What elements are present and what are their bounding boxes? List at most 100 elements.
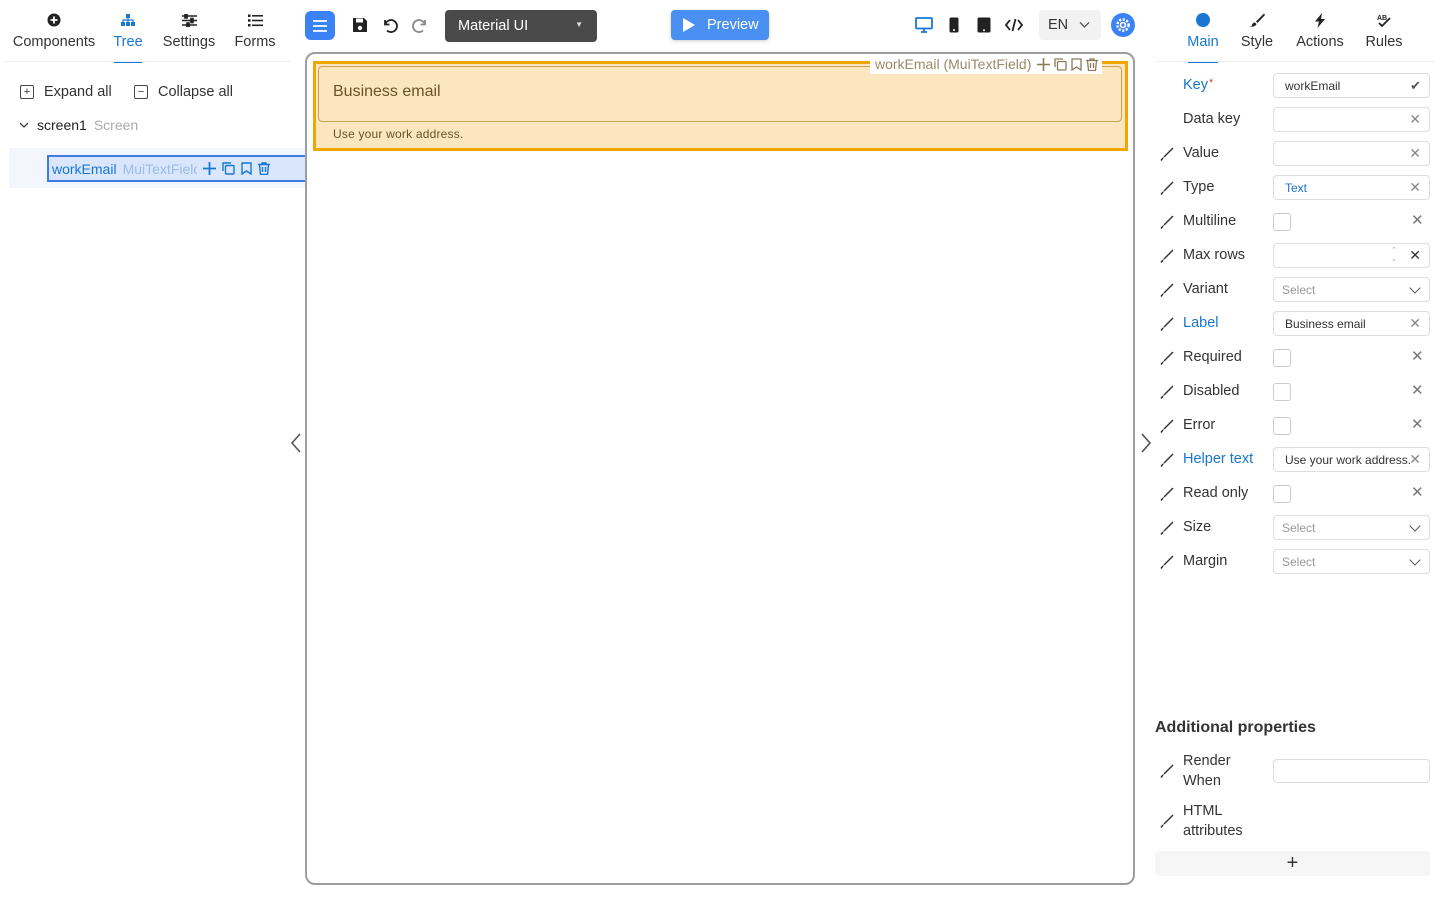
prop-helper-text: Helper text Use your work address. ✕: [1158, 447, 1432, 473]
library-select[interactable]: Material UI ▼: [445, 10, 597, 42]
prop-multiline-checkbox[interactable]: [1273, 213, 1291, 231]
pen-icon[interactable]: [1160, 351, 1174, 365]
pen-icon[interactable]: [1160, 419, 1174, 433]
desktop-view-button[interactable]: [913, 14, 935, 36]
collapse-left-panel-icon[interactable]: [290, 432, 302, 454]
collapse-right-panel-icon[interactable]: [1140, 432, 1152, 454]
add-property-button[interactable]: +: [1155, 851, 1430, 876]
prop-key: Key* workEmail ✔: [1158, 73, 1432, 99]
tab-actions[interactable]: Actions: [1295, 10, 1345, 62]
trash-icon[interactable]: [1086, 57, 1099, 71]
prop-value-label: Value: [1183, 145, 1220, 161]
prop-type-input[interactable]: Text ✕: [1273, 175, 1430, 200]
tab-divider: [4, 61, 290, 62]
pen-icon[interactable]: [1160, 283, 1174, 297]
pen-icon[interactable]: [1160, 555, 1174, 569]
prop-margin-label: Margin: [1183, 553, 1228, 569]
prop-required-checkbox[interactable]: [1273, 349, 1291, 367]
mobile-view-button[interactable]: [943, 14, 965, 36]
clear-icon[interactable]: ✕: [1409, 316, 1421, 330]
tab-tree[interactable]: Tree: [112, 10, 144, 62]
prop-variant-select[interactable]: Select: [1273, 277, 1430, 302]
chevron-down-icon: [1079, 22, 1090, 28]
pen-icon[interactable]: [1160, 764, 1174, 778]
tab-actions-label: Actions: [1296, 34, 1344, 50]
prop-data-key-input[interactable]: ✕: [1273, 107, 1430, 132]
clear-icon[interactable]: ✕: [1409, 112, 1421, 126]
prop-disabled-checkbox[interactable]: [1273, 383, 1291, 401]
copy-icon[interactable]: [221, 162, 235, 175]
language-select[interactable]: EN: [1039, 10, 1101, 40]
prop-label-input[interactable]: Business email ✕: [1273, 311, 1430, 336]
clear-icon[interactable]: ✕: [1409, 180, 1421, 194]
tab-main[interactable]: Main: [1185, 10, 1221, 62]
tab-rules[interactable]: AB Rules: [1364, 10, 1404, 62]
clear-icon[interactable]: ✕: [1411, 211, 1424, 229]
clear-icon[interactable]: ✕: [1409, 452, 1421, 466]
pen-icon[interactable]: [1160, 249, 1174, 263]
prop-data-key: Data key ✕: [1158, 107, 1432, 133]
tab-forms[interactable]: Forms: [232, 10, 278, 62]
tab-components[interactable]: Components: [12, 10, 96, 62]
tab-divider: [1155, 61, 1435, 62]
expand-all-button[interactable]: + Expand all: [20, 84, 112, 100]
prop-margin-select[interactable]: Select: [1273, 549, 1430, 574]
stepper-icon[interactable]: ⌃ ⌄: [1391, 246, 1397, 264]
undo-icon: [384, 19, 398, 33]
copy-icon[interactable]: [1054, 57, 1068, 71]
expand-all-label: Expand all: [44, 84, 112, 100]
pen-icon[interactable]: [1160, 215, 1174, 229]
collapse-all-label: Collapse all: [158, 84, 233, 100]
save-button[interactable]: [349, 14, 371, 36]
prop-margin: Margin Select: [1158, 549, 1432, 575]
bookmark-icon[interactable]: [240, 162, 252, 175]
pen-icon[interactable]: [1160, 521, 1174, 535]
trash-icon[interactable]: [257, 162, 270, 175]
prop-helper-text-input[interactable]: Use your work address. ✕: [1273, 447, 1430, 472]
hamburger-icon: [313, 19, 327, 32]
tab-settings[interactable]: Settings: [162, 10, 216, 62]
prop-key-input[interactable]: workEmail ✔: [1273, 73, 1430, 98]
tree-node-workemail[interactable]: workEmail MuiTextField: [47, 155, 313, 182]
undo-button[interactable]: [379, 14, 401, 36]
bookmark-icon[interactable]: [1071, 57, 1083, 71]
settings-gear-button[interactable]: [1111, 13, 1135, 37]
pen-icon[interactable]: [1160, 814, 1174, 828]
add-icon[interactable]: [202, 162, 216, 175]
prop-error-checkbox[interactable]: [1273, 417, 1291, 435]
add-icon[interactable]: [1037, 57, 1051, 71]
prop-value-input[interactable]: ✕: [1273, 141, 1430, 166]
save-icon: [353, 18, 367, 32]
pen-icon[interactable]: [1160, 317, 1174, 331]
code-view-button[interactable]: [1003, 14, 1025, 36]
tablet-view-button[interactable]: [973, 14, 995, 36]
chevron-down-icon[interactable]: [18, 119, 30, 131]
pen-icon[interactable]: [1160, 385, 1174, 399]
pen-icon[interactable]: [1160, 181, 1174, 195]
clear-icon[interactable]: ✕: [1409, 146, 1421, 160]
tab-style[interactable]: Style: [1239, 10, 1275, 62]
clear-icon[interactable]: ✕: [1411, 381, 1424, 399]
clear-icon[interactable]: ✕: [1409, 248, 1421, 262]
tab-components-label: Components: [12, 34, 96, 50]
prop-read-only-checkbox[interactable]: [1273, 485, 1291, 503]
prop-required: Required ✕: [1158, 345, 1432, 371]
pen-icon[interactable]: [1160, 147, 1174, 161]
prop-size-select[interactable]: Select: [1273, 515, 1430, 540]
prop-render-when-input[interactable]: [1273, 759, 1430, 783]
redo-button[interactable]: [409, 14, 431, 36]
preview-button[interactable]: Preview: [671, 10, 769, 40]
pen-icon[interactable]: [1160, 453, 1174, 467]
pen-icon[interactable]: [1160, 487, 1174, 501]
design-canvas[interactable]: [305, 52, 1135, 885]
clear-icon[interactable]: ✕: [1411, 483, 1424, 501]
check-icon[interactable]: ✔: [1410, 78, 1421, 94]
tree-node-screen[interactable]: screen1 Screen: [18, 117, 138, 133]
chevron-down-icon: [1409, 282, 1421, 294]
collapse-all-button[interactable]: − Collapse all: [134, 84, 233, 100]
prop-max-rows-input[interactable]: ⌃ ⌄ ✕: [1273, 243, 1430, 268]
prop-label: Label Business email ✕: [1158, 311, 1432, 337]
menu-button[interactable]: [305, 11, 335, 40]
clear-icon[interactable]: ✕: [1411, 347, 1424, 365]
clear-icon[interactable]: ✕: [1411, 415, 1424, 433]
